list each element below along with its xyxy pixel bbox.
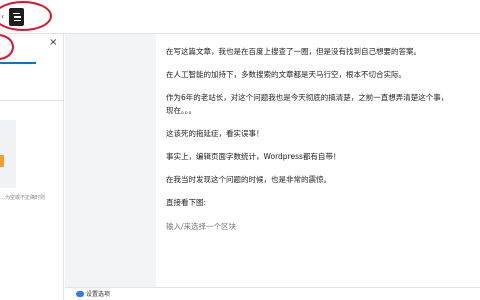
red-highlight-circle: [0, 1, 52, 31]
settings-options-label[interactable]: 设置选项: [86, 289, 110, 298]
editor-top-toolbar: ‹: [0, 0, 480, 34]
list-view-panel: × …为空或不正确时则: [0, 34, 64, 300]
paragraph-block[interactable]: 在写这篇文章，我也是在百度上搜查了一圈，但是没有找到自己想要的答案。: [166, 47, 480, 57]
divider: [0, 100, 64, 101]
active-tab-indicator: [0, 62, 36, 64]
paragraph-line[interactable]: 现在。。。: [166, 106, 480, 116]
block-placeholder[interactable]: 输入/来选择一个区块: [166, 221, 480, 232]
preview-accent-mark: [0, 155, 4, 167]
settings-toggle-icon[interactable]: [76, 291, 84, 297]
collapse-chevron-icon[interactable]: ‹: [1, 12, 4, 21]
paragraph-block[interactable]: 事实上，编辑页面字数统计，Wordpress都有自带！: [166, 152, 480, 162]
document-outline-button[interactable]: [9, 8, 24, 26]
editor-status-bar: 设置选项: [65, 287, 480, 300]
article-body: 在写这篇文章，我也是在百度上搜查了一圈，但是没有找到自己想要的答案。 在人工智能…: [166, 39, 480, 232]
close-icon[interactable]: ×: [49, 37, 57, 48]
outline-line-icon: [13, 19, 21, 21]
paragraph-block[interactable]: 作为6年的老站长，对这个问题我也是今天彻底的搞清楚，之前一直想弄清楚这个事，: [166, 93, 480, 103]
panel-hint-text: …为空或不正确时则: [0, 195, 46, 201]
paragraph-block[interactable]: 直接看下图:: [166, 198, 480, 208]
paragraph-block[interactable]: 这该死的拖延症，看实误事！: [166, 129, 480, 139]
paragraph-block[interactable]: 在我当时发现这个问题的时候，也是非常的震惊。: [166, 175, 480, 185]
outline-line-icon: [12, 13, 20, 15]
editor-canvas: 在写这篇文章，我也是在百度上搜查了一圈，但是没有找到自己想要的答案。 在人工智能…: [65, 34, 480, 300]
paragraph-block[interactable]: 在人工智能的加持下，多数搜索的文章都是天马行空，根本不切合实际。: [166, 70, 480, 80]
outline-line-icon: [13, 16, 21, 18]
post-content-area[interactable]: 在写这篇文章，我也是在百度上搜查了一圈，但是没有找到自己想要的答案。 在人工智能…: [156, 34, 480, 290]
block-preview: [0, 120, 16, 188]
panel-header: ×: [0, 34, 64, 58]
